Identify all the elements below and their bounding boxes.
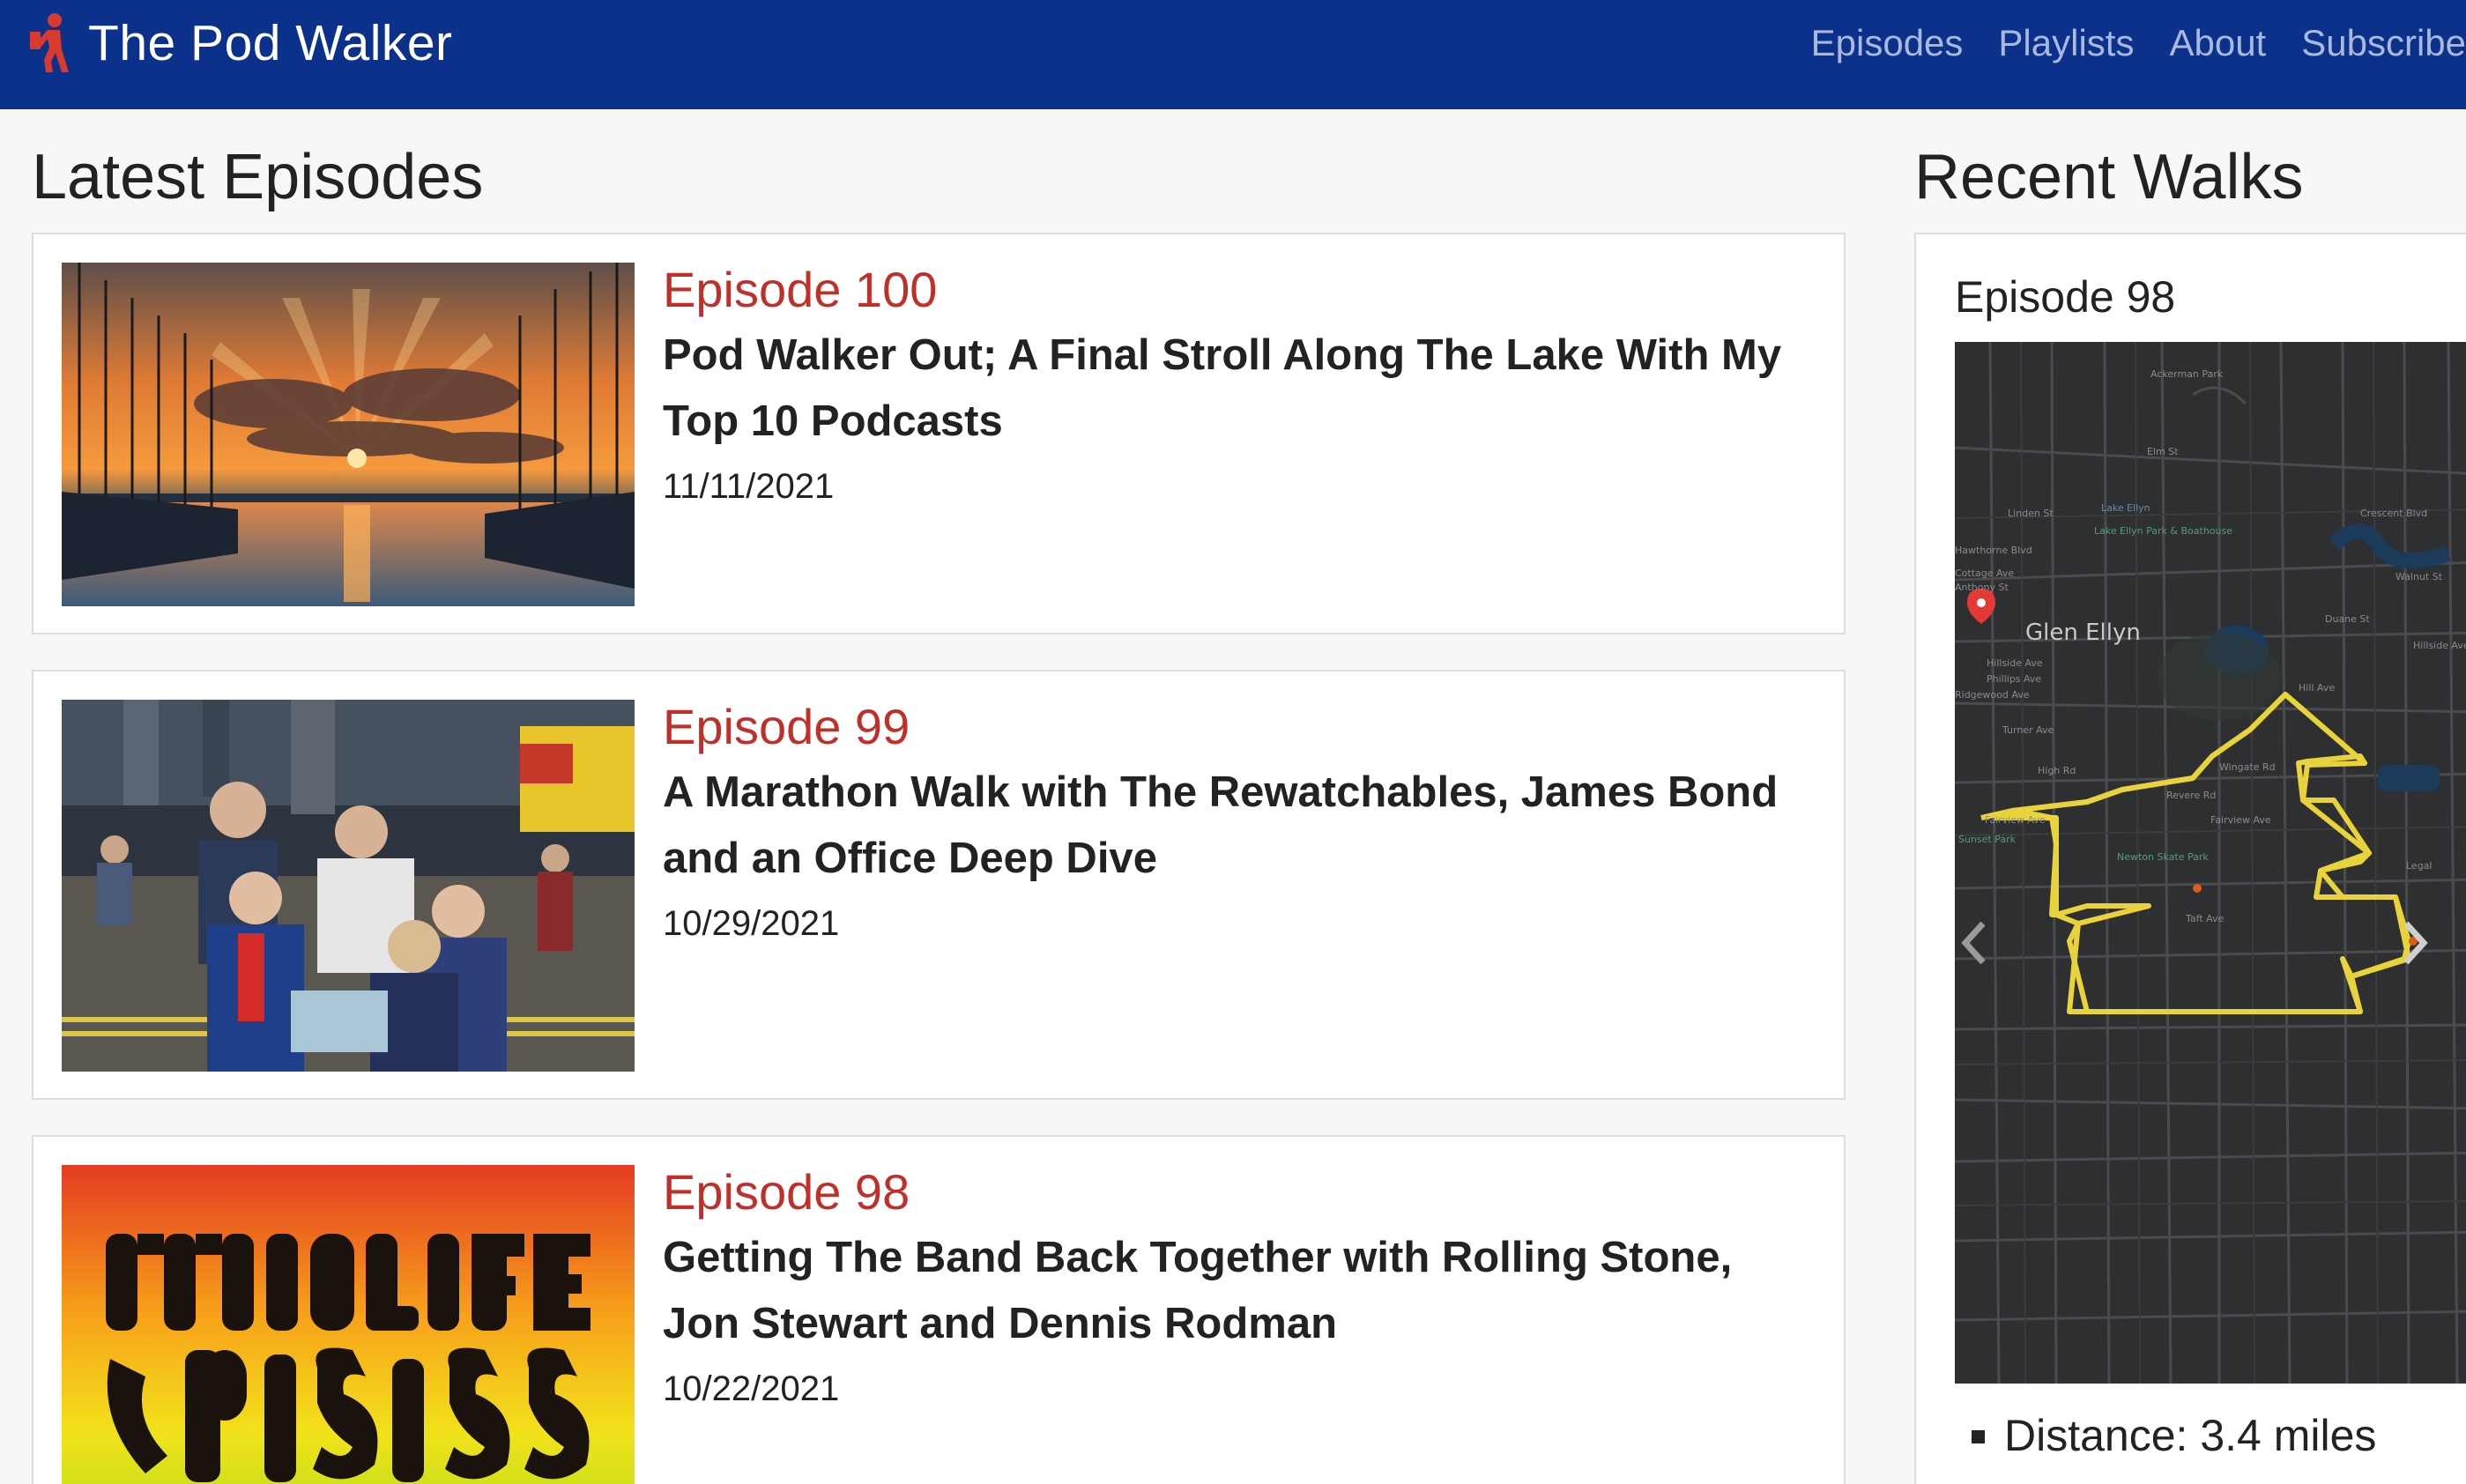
episode-info: Episode 100 Pod Walker Out; A Final Stro… bbox=[663, 259, 1809, 513]
map-label: Duane St bbox=[2325, 613, 2370, 625]
recent-walk-card: Episode 98 Ackerman Park Elm St Linden S… bbox=[1914, 233, 2466, 1484]
recent-walks-heading: Recent Walks bbox=[1914, 142, 2304, 212]
map-label: Fairview Ave bbox=[2210, 814, 2271, 826]
map-label: Crescent Blvd bbox=[2360, 508, 2427, 519]
chevron-left-icon[interactable] bbox=[1957, 916, 1992, 969]
map-label: Legal bbox=[2406, 860, 2432, 872]
map-label: Walnut St bbox=[2395, 571, 2443, 582]
map-label: Anthony St bbox=[1955, 582, 2009, 593]
map-label: Wingate Rd bbox=[2219, 761, 2276, 773]
nav-playlists[interactable]: Playlists bbox=[1998, 22, 2134, 64]
walking-person-icon bbox=[30, 13, 69, 72]
map-label: High Rd bbox=[2038, 765, 2076, 776]
episode-date: 10/22/2021 bbox=[663, 1369, 840, 1408]
episode-thumbnail-harbor-sunset[interactable] bbox=[62, 263, 635, 606]
nav-subscribe[interactable]: Subscribe bbox=[2301, 22, 2466, 64]
walk-stats: Distance: 3.4 miles bbox=[1969, 1410, 2376, 1461]
latest-episodes-heading: Latest Episodes bbox=[32, 142, 484, 212]
walk-distance: Distance: 3.4 miles bbox=[2004, 1410, 2376, 1461]
episode-thumbnail-marathon-photo[interactable] bbox=[62, 700, 635, 1072]
map-label: Hillside Ave bbox=[2413, 640, 2466, 651]
episode-number[interactable]: Episode 98 bbox=[663, 1161, 1809, 1223]
map-label: Lake Ellyn bbox=[2101, 502, 2150, 514]
map-label: Taft Ave bbox=[2185, 913, 2225, 924]
map-label: Revere Rd bbox=[2166, 790, 2216, 801]
brand-link[interactable]: The Pod Walker bbox=[26, 0, 453, 86]
episode-date: 11/11/2021 bbox=[663, 467, 835, 506]
episode-title[interactable]: Getting The Band Back Together with Roll… bbox=[663, 1225, 1809, 1357]
map-label: Hillside Ave bbox=[1987, 657, 2043, 669]
map-town-label: Glen Ellyn bbox=[2025, 620, 2141, 646]
map-label: Turner Ave bbox=[2002, 724, 2054, 736]
map-label: Fairview Ave bbox=[1985, 814, 2046, 826]
main-nav: Episodes Playlists About Subscribe bbox=[1776, 0, 2466, 86]
episode-title[interactable]: Pod Walker Out; A Final Stroll Along The… bbox=[663, 323, 1809, 455]
episode-card[interactable]: Episode 98 Getting The Band Back Togethe… bbox=[32, 1135, 1846, 1484]
map-label: Lake Ellyn Park & Boathouse bbox=[2094, 525, 2232, 537]
episode-card[interactable]: Episode 100 Pod Walker Out; A Final Stro… bbox=[32, 233, 1846, 634]
map-label: Phillips Ave bbox=[1987, 673, 2041, 685]
episode-thumbnail-midlife-crisis-artwork[interactable] bbox=[62, 1165, 635, 1484]
map-label: Newton Skate Park bbox=[2117, 851, 2209, 863]
walk-route-map[interactable]: Ackerman Park Elm St Linden St Crescent … bbox=[1955, 342, 2466, 1384]
episode-info: Episode 98 Getting The Band Back Togethe… bbox=[663, 1161, 1809, 1415]
map-label: Ridgewood Ave bbox=[1955, 689, 2030, 701]
map-label: Hill Ave bbox=[2299, 682, 2335, 694]
map-label: Cottage Ave bbox=[1955, 568, 2014, 579]
map-label: Sunset Park bbox=[1958, 834, 2017, 845]
episode-info: Episode 99 A Marathon Walk with The Rewa… bbox=[663, 696, 1809, 950]
episode-number[interactable]: Episode 99 bbox=[663, 696, 1809, 758]
brand-name: The Pod Walker bbox=[88, 15, 453, 71]
nav-about[interactable]: About bbox=[2169, 22, 2266, 64]
walk-episode-title[interactable]: Episode 98 bbox=[1955, 271, 2175, 323]
chevron-right-icon[interactable] bbox=[2397, 916, 2433, 969]
navbar: The Pod Walker Episodes Playlists About … bbox=[0, 0, 2466, 109]
episode-date: 10/29/2021 bbox=[663, 904, 840, 943]
map-label: Elm St bbox=[2147, 446, 2179, 457]
map-label: Hawthorne Blvd bbox=[1955, 545, 2032, 556]
map-label: Ackerman Park bbox=[2150, 368, 2224, 380]
map-label: Linden St bbox=[2008, 508, 2054, 519]
episode-number[interactable]: Episode 100 bbox=[663, 259, 1809, 321]
episode-title[interactable]: A Marathon Walk with The Rewatchables, J… bbox=[663, 760, 1809, 892]
nav-episodes[interactable]: Episodes bbox=[1811, 22, 1964, 64]
episode-card[interactable]: Episode 99 A Marathon Walk with The Rewa… bbox=[32, 670, 1846, 1100]
